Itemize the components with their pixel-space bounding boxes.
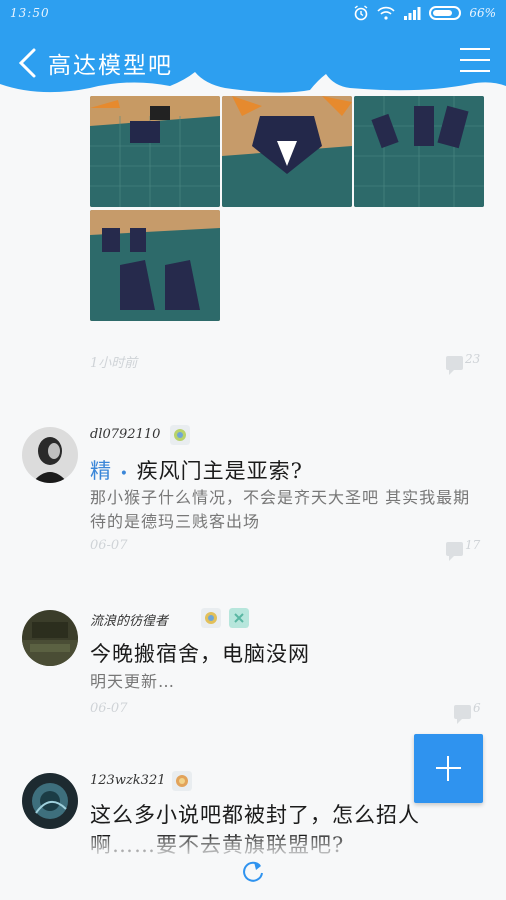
signal-icon xyxy=(404,7,421,20)
post-time: 06-07 xyxy=(90,701,128,716)
post-time: 1小时前 xyxy=(90,356,138,371)
comment-icon xyxy=(454,705,471,724)
post-title-text: 疾风门主是亚索? xyxy=(136,459,303,483)
essence-tag: 精 xyxy=(90,459,112,483)
username[interactable]: dl0792110 xyxy=(90,427,160,442)
menu-line xyxy=(460,59,490,61)
comment-count[interactable]: 6 xyxy=(454,701,481,724)
app-header: 高达模型吧 xyxy=(0,28,506,98)
menu-button[interactable] xyxy=(460,48,490,74)
post-time: 06-07 xyxy=(90,538,128,553)
avatar[interactable] xyxy=(22,427,78,483)
comment-count-value: 17 xyxy=(465,538,481,552)
comment-count[interactable]: 17 xyxy=(446,538,481,561)
post-image[interactable] xyxy=(90,210,220,321)
alarm-icon xyxy=(354,5,368,21)
battery-icon xyxy=(429,6,462,20)
post-title[interactable]: 精 • 疾风门主是亚索? xyxy=(90,455,303,485)
back-button[interactable] xyxy=(14,46,42,80)
username[interactable]: 123wzk321 xyxy=(90,773,165,788)
battery-level: 66% xyxy=(469,6,496,20)
status-time: 13:50 xyxy=(10,6,50,20)
avatar[interactable] xyxy=(22,610,78,666)
level-badge-icon xyxy=(172,771,192,791)
tag-dot: • xyxy=(119,466,129,482)
post-body: 那小猴子什么情况，不会是齐天大圣吧 其实我最期待的是德玛三贱客出场 xyxy=(90,488,471,531)
post-body: 明天更新… xyxy=(90,672,176,691)
post-title[interactable]: 今晚搬宿舍，电脑没网 xyxy=(90,638,310,668)
username[interactable]: 流浪的彷徨者 xyxy=(90,610,168,629)
new-post-button[interactable] xyxy=(414,734,483,803)
member-badge-icon xyxy=(229,608,249,628)
post-image[interactable] xyxy=(354,96,484,207)
status-bar: 13:50 66% xyxy=(0,0,506,28)
comment-icon xyxy=(446,356,463,375)
comment-count[interactable]: 23 xyxy=(446,352,481,375)
refresh-icon[interactable] xyxy=(240,858,266,884)
level-badge-icon xyxy=(201,608,221,628)
level-badge-icon xyxy=(170,425,190,445)
avatar[interactable] xyxy=(22,773,78,829)
comment-icon xyxy=(446,542,463,561)
post-image[interactable] xyxy=(90,96,220,207)
menu-line xyxy=(460,70,490,72)
menu-line xyxy=(460,48,490,50)
post-image[interactable] xyxy=(222,96,352,207)
comment-count-value: 6 xyxy=(473,701,481,715)
post-title[interactable]: 这么多小说吧都被封了，怎么招人 xyxy=(90,799,420,829)
page-title: 高达模型吧 xyxy=(48,53,173,79)
status-icons: 66% xyxy=(353,5,496,21)
comment-count-value: 23 xyxy=(465,352,481,366)
wifi-icon xyxy=(377,6,395,20)
